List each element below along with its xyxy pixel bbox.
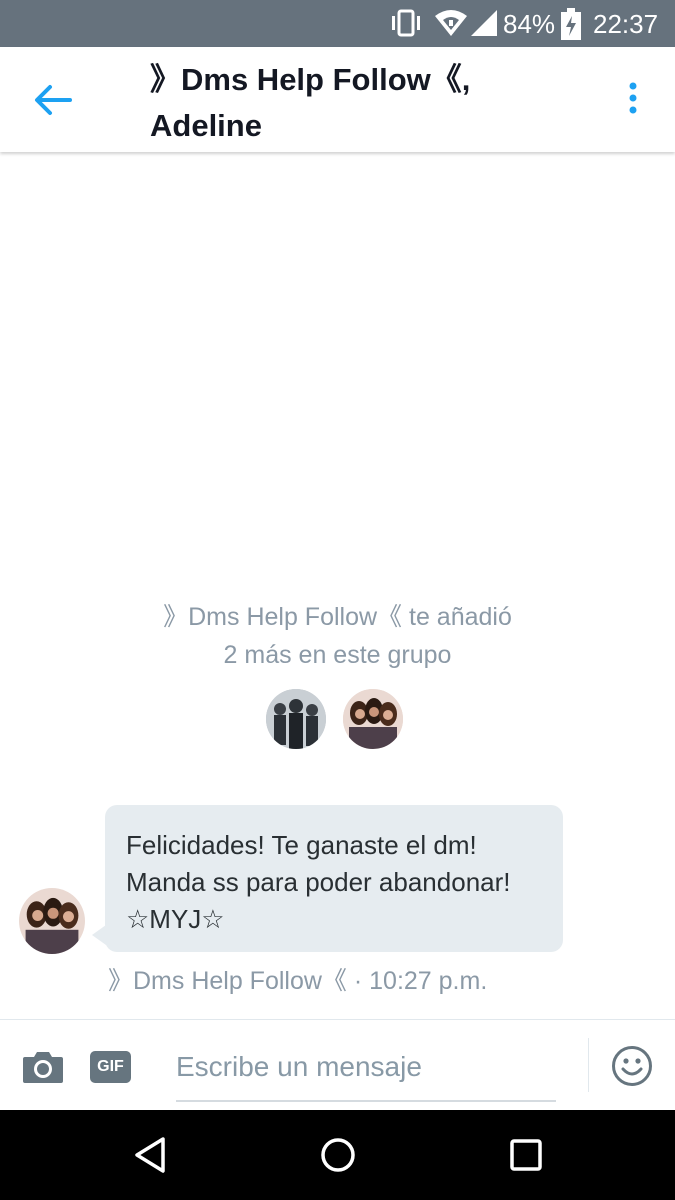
conversation-header: 》Dms Help Follow《, Adeline (0, 47, 675, 152)
divider (588, 1038, 589, 1092)
vibrate-icon (392, 9, 420, 37)
more-vertical-icon[interactable] (620, 80, 646, 116)
status-bar: 84% 22:37 (0, 0, 675, 47)
battery-charging-icon (561, 8, 581, 40)
clock: 22:37 (593, 9, 659, 39)
avatar[interactable] (266, 689, 326, 749)
battery-percentage: 84% (503, 9, 556, 39)
system-message-line-1: 》Dms Help Follow《 te añadió (163, 603, 512, 631)
wifi-icon (435, 10, 467, 36)
message-composer: GIF (0, 1019, 675, 1111)
friends-photo-icon (19, 888, 85, 954)
message-line: ☆MYJ☆ (126, 904, 225, 934)
group-photo-icon (266, 689, 326, 749)
message-bubble-tail (92, 925, 106, 945)
home-circle-icon[interactable] (318, 1135, 358, 1175)
system-message-line-2: 2 más en este grupo (223, 641, 452, 669)
gif-button[interactable]: GIF (90, 1051, 131, 1083)
friends-photo-icon (343, 689, 403, 749)
message-line: Manda ss para poder abandonar! (126, 867, 511, 897)
recents-square-icon[interactable] (506, 1135, 546, 1175)
message-input[interactable] (176, 1038, 556, 1102)
system-navigation-bar (0, 1110, 675, 1200)
title-line-2: Adeline (150, 108, 262, 143)
sender-avatar[interactable] (19, 888, 85, 954)
arrow-left-icon[interactable] (30, 82, 74, 118)
emoji-icon[interactable] (611, 1045, 653, 1087)
back-triangle-icon[interactable] (130, 1135, 170, 1175)
avatar[interactable] (343, 689, 403, 749)
message-meta: 》Dms Help Follow《 · 10:27 p.m. (108, 967, 488, 995)
title-line-1: 》Dms Help Follow《, (150, 62, 471, 97)
camera-icon[interactable] (21, 1048, 65, 1084)
message-line: Felicidades! Te ganaste el dm! (126, 830, 477, 860)
signal-icon (471, 10, 497, 36)
message-bubble[interactable]: Felicidades! Te ganaste el dm! Manda ss … (105, 805, 563, 952)
conversation-title: 》Dms Help Follow《, Adeline (150, 57, 580, 149)
